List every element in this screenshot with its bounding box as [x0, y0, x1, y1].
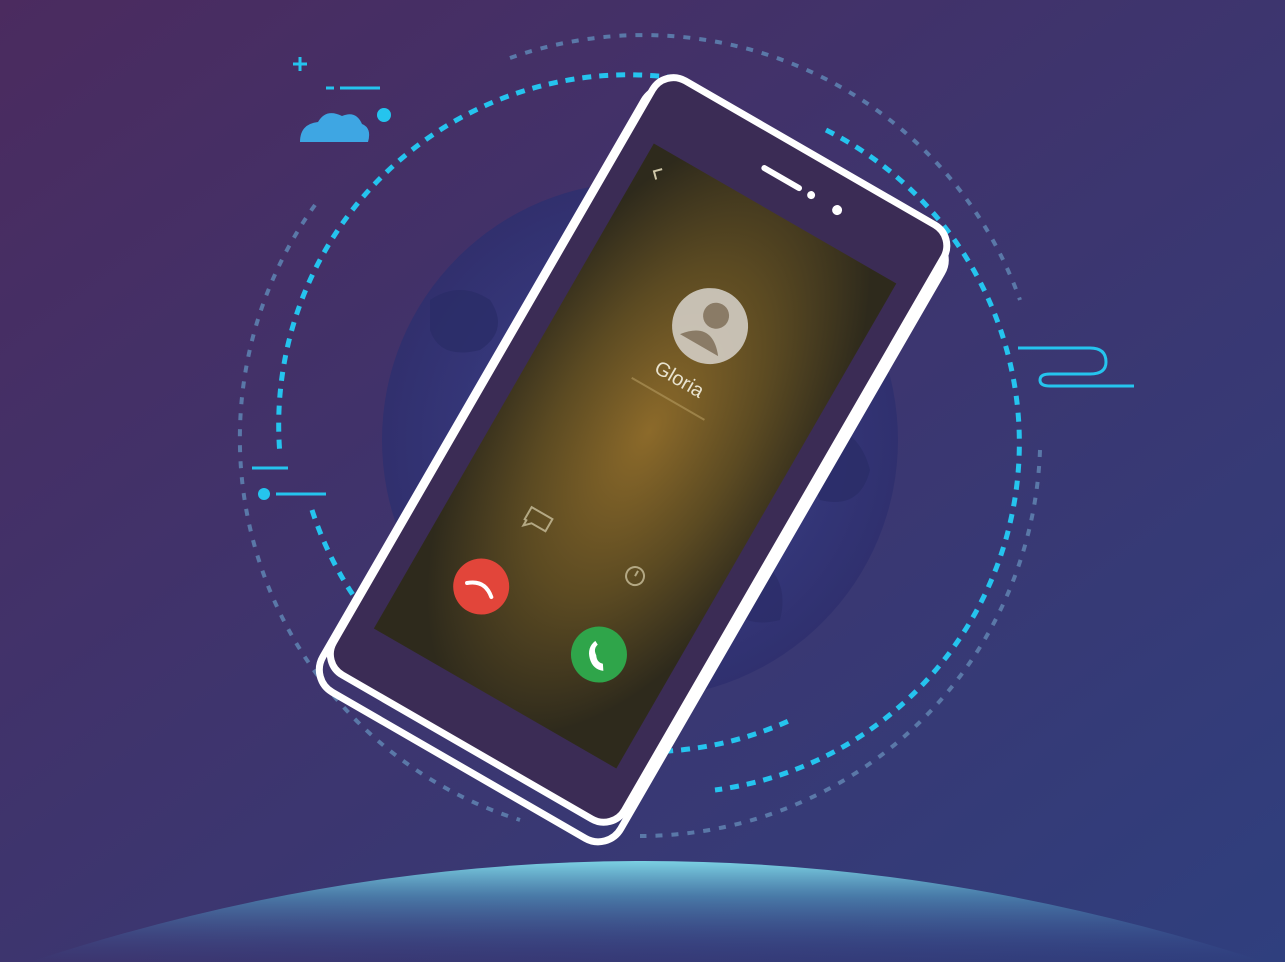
dot	[377, 108, 391, 122]
illustration-canvas: Gloria	[0, 0, 1285, 962]
illustration-svg: Gloria	[0, 0, 1285, 962]
